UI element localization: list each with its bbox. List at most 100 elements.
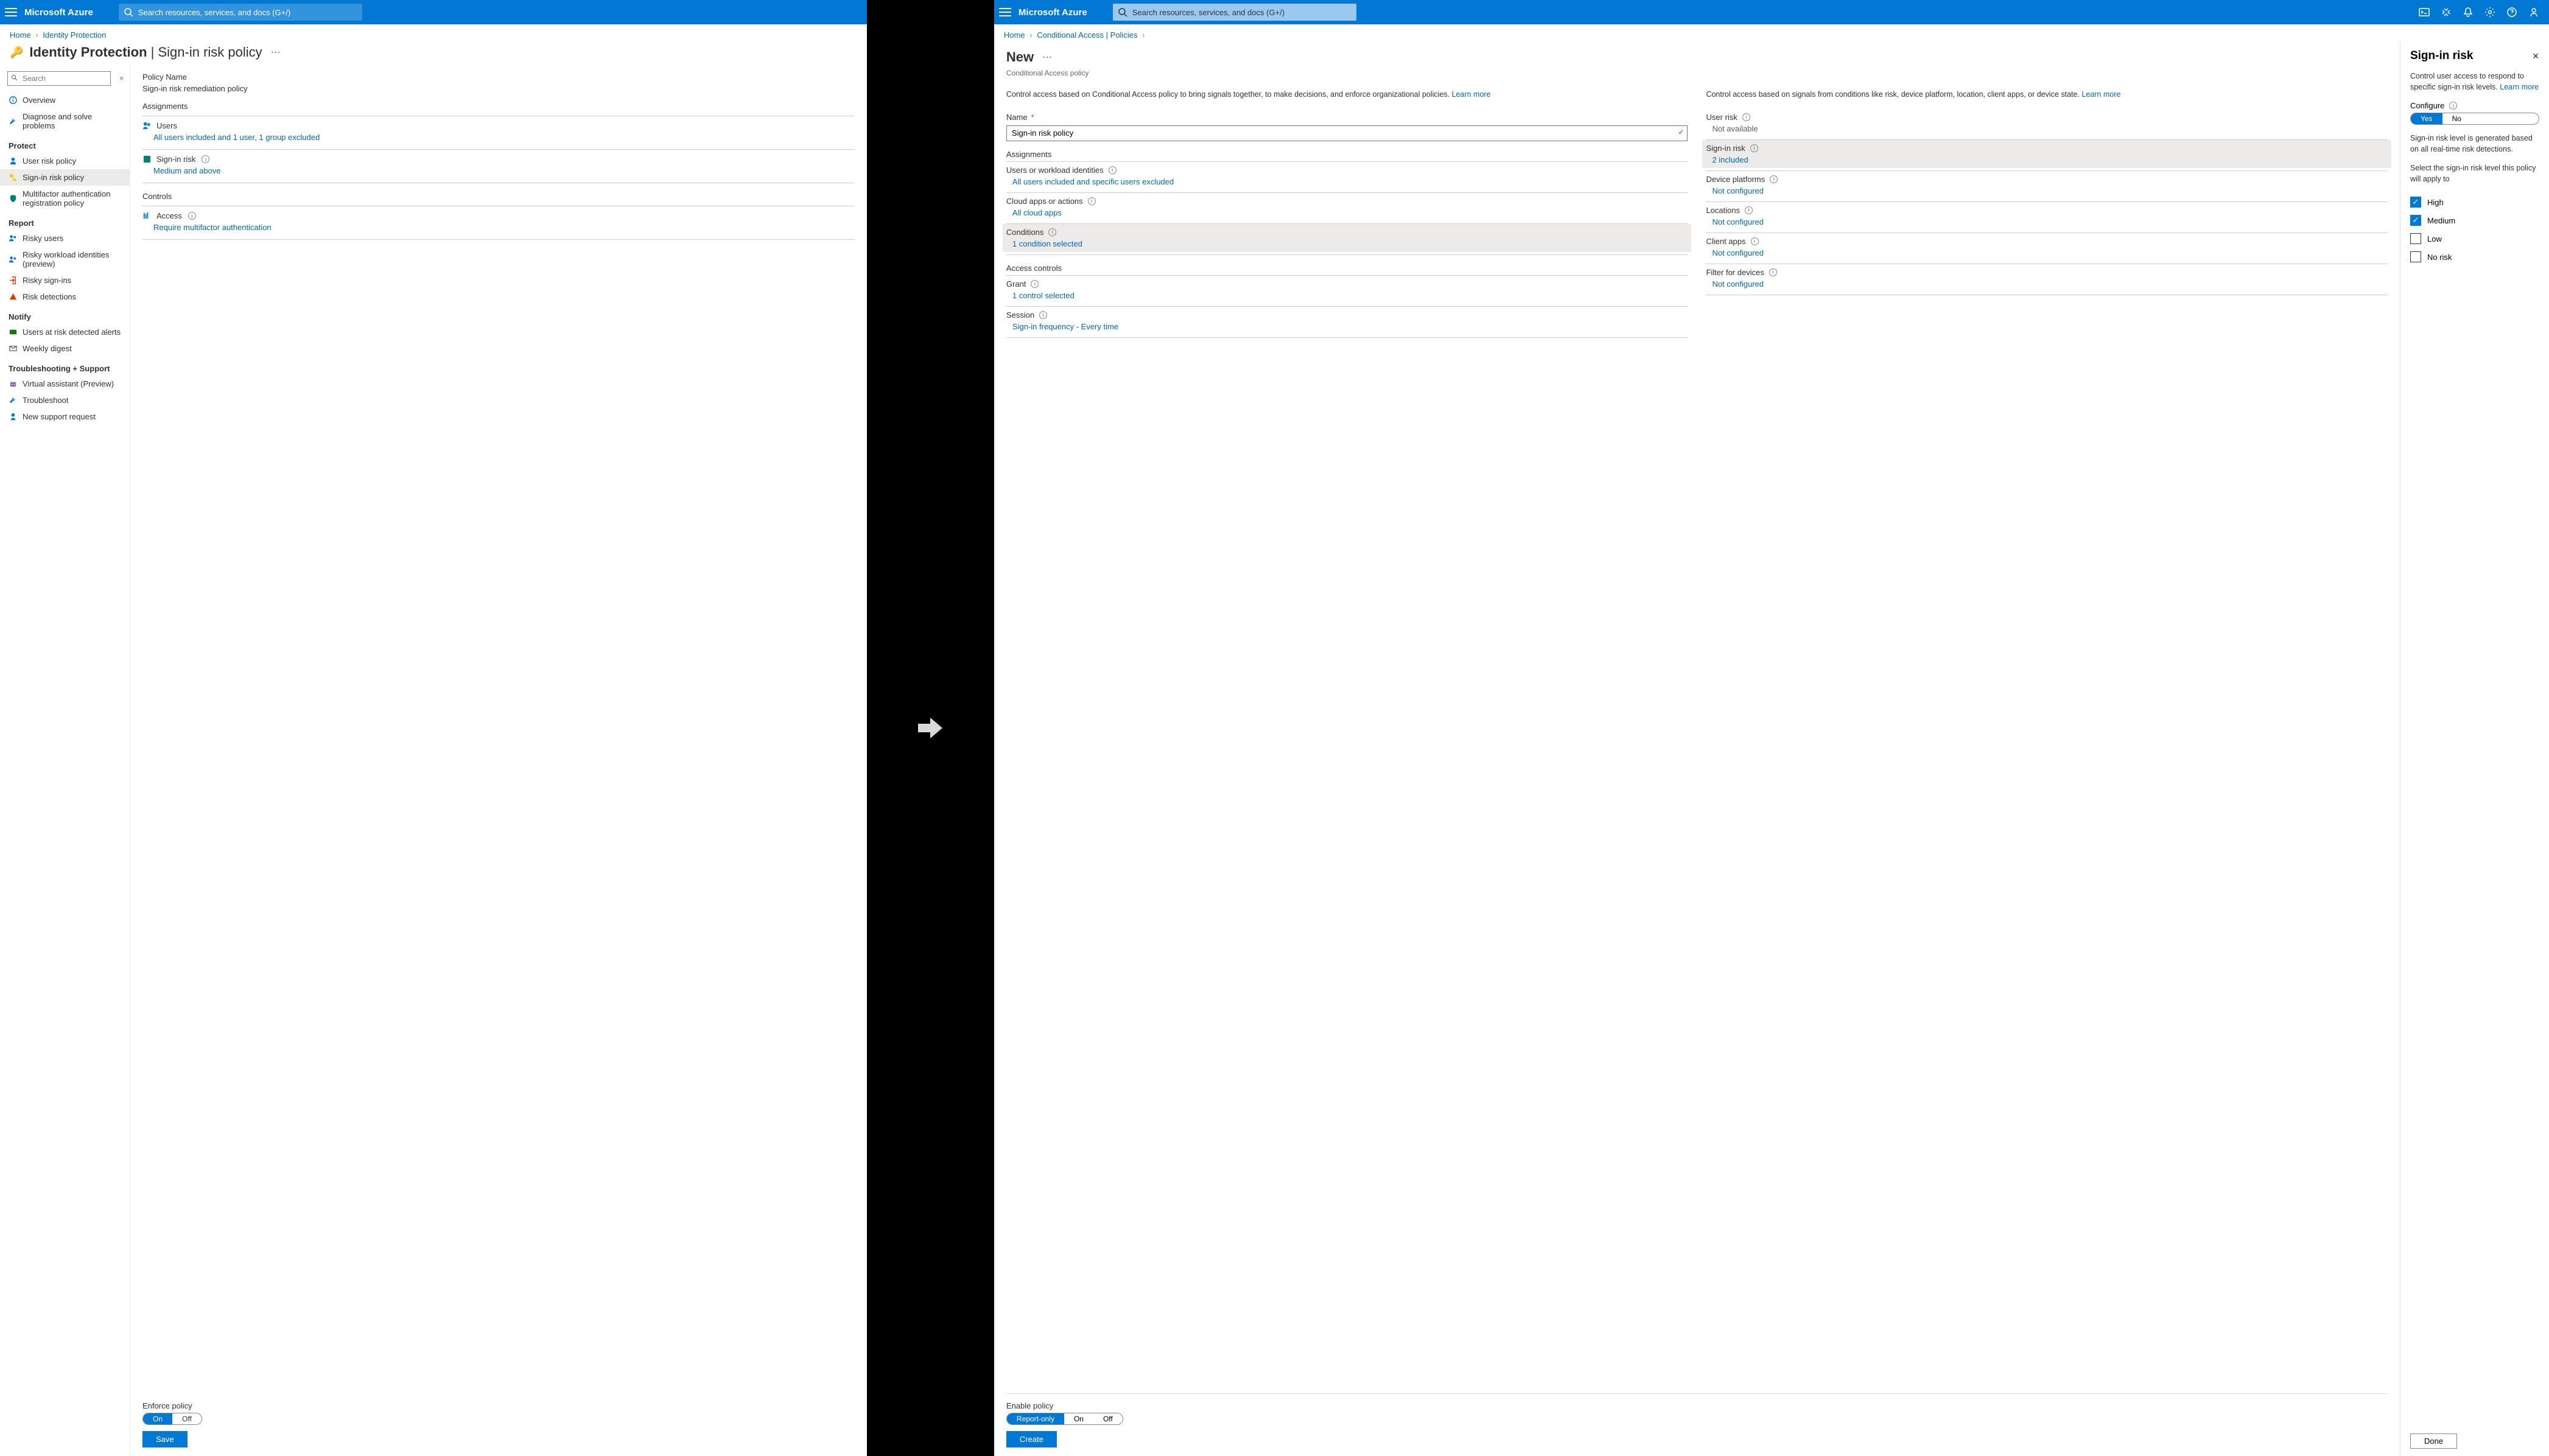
client-apps-link[interactable]: Not configured <box>1706 247 2388 261</box>
session-label[interactable]: Sessioni <box>1006 307 1688 321</box>
sidebar-item[interactable]: Sign-in risk policy <box>0 169 130 186</box>
conditions-label[interactable]: Conditionsi <box>1003 224 1692 238</box>
learn-more-link[interactable]: Learn more <box>2081 90 2120 99</box>
sidebar-item[interactable]: Multifactor authentication registration … <box>0 186 130 211</box>
sidebar-item[interactable]: Virtual assistant (Preview) <box>0 376 130 392</box>
apps-link[interactable]: All cloud apps <box>1006 207 1688 221</box>
info-icon[interactable]: i <box>1770 175 1778 183</box>
info-icon[interactable]: i <box>1088 197 1096 205</box>
menu-icon[interactable] <box>5 8 17 16</box>
filter-devices-link[interactable]: Not configured <box>1706 278 2388 292</box>
signin-risk-row[interactable]: Sign-in risk i <box>142 150 855 165</box>
sidebar-item[interactable]: Users at risk detected alerts <box>0 324 130 340</box>
user-risk-label[interactable]: User riski <box>1706 109 2388 123</box>
info-icon[interactable]: i <box>188 212 196 220</box>
global-search[interactable]: Search resources, services, and docs (G+… <box>119 4 362 21</box>
settings-icon[interactable] <box>2484 7 2495 18</box>
brand[interactable]: Microsoft Azure <box>1019 7 1087 18</box>
feedback-icon[interactable] <box>2528 7 2539 18</box>
done-button[interactable]: Done <box>2410 1433 2457 1449</box>
info-icon[interactable]: i <box>1742 113 1750 121</box>
apps-label[interactable]: Cloud apps or actionsi <box>1006 193 1688 207</box>
sidebar-item[interactable]: Overview <box>0 92 130 108</box>
risk-option[interactable]: Low <box>2410 229 2539 248</box>
toggle-off[interactable]: Off <box>172 1413 202 1424</box>
device-platforms-label[interactable]: Device platformsi <box>1706 171 2388 185</box>
brand[interactable]: Microsoft Azure <box>24 7 93 18</box>
opt-on[interactable]: On <box>1064 1413 1093 1424</box>
locations-link[interactable]: Not configured <box>1706 216 2388 230</box>
info-icon[interactable]: i <box>1031 280 1039 288</box>
create-button[interactable]: Create <box>1006 1431 1057 1447</box>
signin-risk-link[interactable]: 2 included <box>1702 154 2391 168</box>
info-icon[interactable]: i <box>1769 268 1777 276</box>
signin-risk-link[interactable]: Medium and above <box>142 165 855 180</box>
info-icon[interactable]: i <box>1751 237 1759 245</box>
close-icon[interactable]: ✕ <box>2532 51 2539 61</box>
users-link[interactable]: All users included and specific users ex… <box>1006 176 1688 190</box>
sidebar-item[interactable]: Risky sign-ins <box>0 272 130 289</box>
wrench-icon <box>9 117 18 126</box>
save-button[interactable]: Save <box>142 1431 188 1447</box>
info-icon[interactable]: i <box>1039 311 1047 319</box>
crumb-home[interactable]: Home <box>1004 30 1025 40</box>
sidebar-item[interactable]: Risky users <box>0 230 130 247</box>
sidebar-item[interactable]: Diagnose and solve problems <box>0 108 130 134</box>
sidebar-item[interactable]: User risk policy <box>0 153 130 169</box>
sidebar-item[interactable]: Risky workload identities (preview) <box>0 247 130 272</box>
info-icon[interactable]: i <box>202 155 209 163</box>
collapse-icon[interactable]: « <box>119 74 124 82</box>
conditions-link[interactable]: 1 condition selected <box>1003 238 1692 252</box>
more-icon[interactable]: ⋯ <box>1042 51 1052 63</box>
sidebar-item[interactable]: Risk detections <box>0 289 130 305</box>
cloud-shell-icon[interactable] <box>2419 7 2430 18</box>
filter-devices-label[interactable]: Filter for devicesi <box>1706 264 2388 278</box>
sidebar-item[interactable]: New support request <box>0 408 130 425</box>
opt-off[interactable]: Off <box>1093 1413 1123 1424</box>
chevron-right-icon: › <box>35 30 38 40</box>
sidebar-item[interactable]: Troubleshoot <box>0 392 130 408</box>
sidebar-search[interactable] <box>7 71 111 86</box>
learn-more-link[interactable]: Learn more <box>2500 83 2539 91</box>
help-icon[interactable] <box>2506 7 2517 18</box>
client-apps-label[interactable]: Client appsi <box>1706 233 2388 247</box>
session-link[interactable]: Sign-in frequency - Every time <box>1006 321 1688 335</box>
info-icon[interactable]: i <box>1750 144 1758 152</box>
info-icon[interactable]: i <box>2449 102 2457 110</box>
configure-yes[interactable]: Yes <box>2411 113 2442 124</box>
risk-option[interactable]: No risk <box>2410 248 2539 266</box>
learn-more-link[interactable]: Learn more <box>1452 90 1491 99</box>
grant-link[interactable]: 1 control selected <box>1006 290 1688 304</box>
users-label[interactable]: Users or workload identitiesi <box>1006 162 1688 176</box>
access-link[interactable]: Require multifactor authentication <box>142 222 855 237</box>
notifications-icon[interactable] <box>2463 7 2474 18</box>
menu-icon[interactable] <box>999 8 1011 16</box>
info-icon[interactable]: i <box>1745 206 1753 214</box>
signin-risk-label[interactable]: Sign-in riski <box>1702 140 2391 154</box>
locations-label[interactable]: Locationsi <box>1706 202 2388 216</box>
users-link[interactable]: All users included and 1 user, 1 group e… <box>142 131 855 147</box>
configure-no[interactable]: No <box>2442 113 2471 124</box>
crumb-current[interactable]: Identity Protection <box>43 30 106 40</box>
directories-icon[interactable] <box>2441 7 2452 18</box>
info-icon[interactable]: i <box>1048 228 1056 236</box>
device-platforms-link[interactable]: Not configured <box>1706 185 2388 199</box>
toggle-on[interactable]: On <box>143 1413 172 1424</box>
card-icon <box>9 327 18 337</box>
crumb-ca[interactable]: Conditional Access | Policies <box>1037 30 1137 40</box>
info-icon[interactable]: i <box>1109 166 1117 174</box>
access-row[interactable]: Access i <box>142 206 855 222</box>
risk-option[interactable]: ✓High <box>2410 193 2539 211</box>
global-search[interactable]: Search resources, services, and docs (G+… <box>1113 4 1356 21</box>
configure-toggle[interactable]: Yes No <box>2410 113 2539 125</box>
opt-report-only[interactable]: Report-only <box>1007 1413 1064 1424</box>
users-row[interactable]: Users <box>142 116 855 131</box>
grant-label[interactable]: Granti <box>1006 276 1688 290</box>
more-icon[interactable]: ⋯ <box>271 46 281 58</box>
sidebar-item[interactable]: Weekly digest <box>0 340 130 357</box>
enable-policy-toggle[interactable]: Report-only On Off <box>1006 1413 1123 1425</box>
enforce-toggle[interactable]: On Off <box>142 1413 202 1425</box>
name-input[interactable] <box>1006 125 1688 141</box>
crumb-home[interactable]: Home <box>10 30 31 40</box>
risk-option[interactable]: ✓Medium <box>2410 211 2539 229</box>
